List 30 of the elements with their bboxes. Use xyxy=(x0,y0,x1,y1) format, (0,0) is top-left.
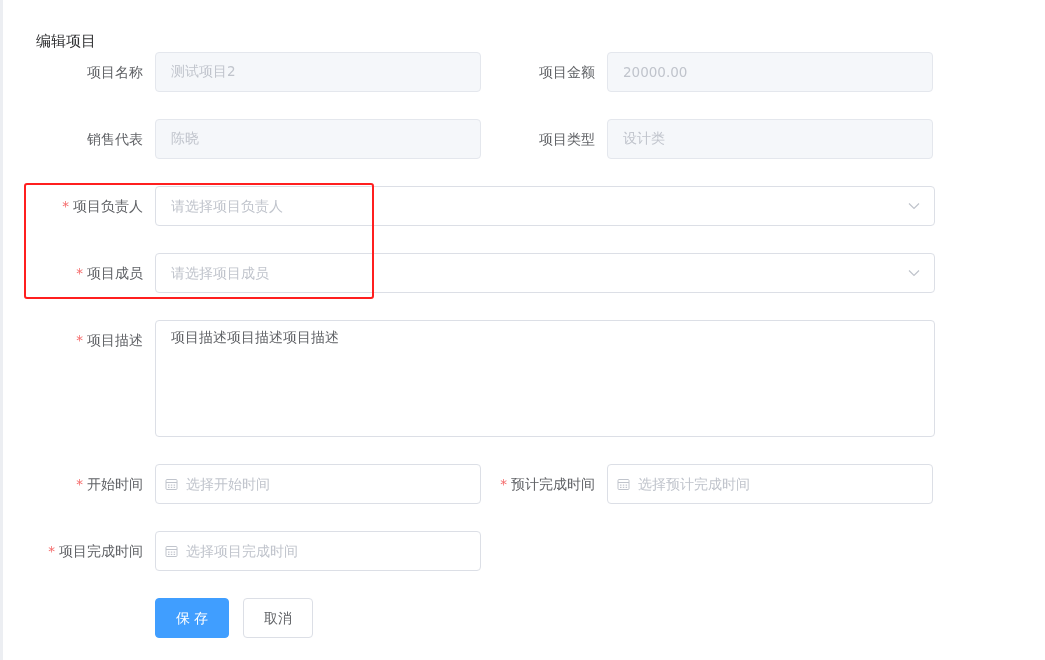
calendar-icon xyxy=(617,477,630,491)
required-asterisk: * xyxy=(48,543,55,559)
required-asterisk: * xyxy=(76,476,83,492)
required-asterisk: * xyxy=(500,476,507,492)
field-label: 预计完成时间 xyxy=(511,476,595,492)
field-label: 项目金额 xyxy=(539,64,595,80)
field-label: 项目名称 xyxy=(87,64,143,80)
field-label: 开始时间 xyxy=(87,476,143,492)
field-label: 项目成员 xyxy=(87,265,143,281)
field-label: 销售代表 xyxy=(87,131,143,147)
field-label: 项目负责人 xyxy=(73,198,143,214)
select-field[interactable]: 请选择项目负责人 xyxy=(155,186,935,226)
form-title: 编辑项目 xyxy=(36,32,97,50)
required-asterisk: * xyxy=(76,265,83,281)
chevron-down-icon xyxy=(908,202,920,210)
save-button[interactable]: 保 存 xyxy=(155,598,230,638)
select-field[interactable]: 请选择项目成员 xyxy=(155,253,935,293)
cancel-button[interactable]: 取消 xyxy=(243,598,314,638)
required-asterisk: * xyxy=(62,198,69,214)
field-label: 项目类型 xyxy=(539,131,595,147)
chevron-down-icon xyxy=(908,269,920,277)
date-field[interactable]: 选择预计完成时间 xyxy=(607,464,933,504)
field-label: 项目描述 xyxy=(87,332,143,348)
calendar-icon xyxy=(165,544,178,558)
textarea-field[interactable]: 项目描述项目描述项目描述 xyxy=(155,320,935,437)
date-field[interactable]: 选择项目完成时间 xyxy=(155,531,481,571)
field-label: 项目完成时间 xyxy=(59,543,143,559)
calendar-icon xyxy=(165,477,178,491)
date-field[interactable]: 选择开始时间 xyxy=(155,464,481,504)
required-asterisk: * xyxy=(76,332,83,348)
